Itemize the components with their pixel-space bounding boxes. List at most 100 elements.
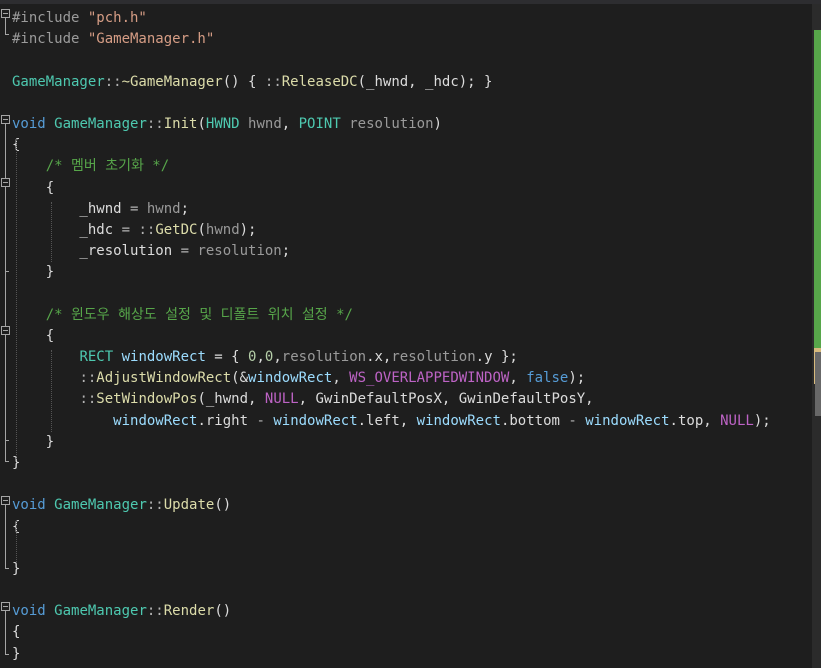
code-line[interactable]: #include "GameManager.h" bbox=[12, 29, 771, 50]
code-token: windowRect bbox=[264, 412, 358, 429]
fold-collapse-icon[interactable] bbox=[1, 326, 10, 335]
indent-guide bbox=[51, 350, 52, 432]
code-token: NULL bbox=[720, 412, 754, 429]
scrollbar-thumb[interactable] bbox=[815, 352, 821, 416]
code-line[interactable]: { bbox=[12, 326, 771, 347]
fold-end bbox=[5, 461, 9, 462]
code-token: () { bbox=[222, 73, 265, 90]
fold-collapse-icon[interactable] bbox=[1, 602, 10, 611]
fold-line bbox=[5, 505, 6, 568]
code-token: :: bbox=[146, 115, 164, 132]
fold-end bbox=[5, 271, 9, 272]
code-token: Update bbox=[163, 497, 215, 514]
code-token: ; bbox=[281, 243, 291, 260]
code-token: :: bbox=[79, 391, 97, 408]
code-token: windowRect bbox=[113, 412, 198, 429]
code-token: GetDC bbox=[155, 221, 198, 238]
code-token: = bbox=[121, 221, 131, 238]
code-line[interactable]: ​ bbox=[12, 580, 771, 601]
code-token: :: bbox=[264, 73, 282, 90]
code-token: , GwinDefaultPosX, GwinDefaultPosY, bbox=[298, 391, 594, 408]
code-token: /* 윈도우 해상도 설정 및 디폴트 위치 설정 */ bbox=[45, 306, 353, 323]
code-token: HWND bbox=[205, 115, 240, 132]
code-token: ReleaseDC bbox=[281, 73, 358, 90]
code-token: (_hwnd, bbox=[197, 391, 265, 408]
code-line[interactable]: /* 멤버 초기화 */ bbox=[12, 156, 771, 177]
code-token: , bbox=[332, 370, 350, 387]
code-token: resolution bbox=[340, 115, 434, 132]
code-token: } bbox=[12, 433, 55, 450]
code-line[interactable]: _hwnd = hwnd; bbox=[12, 199, 771, 220]
code-line[interactable]: windowRect.right - windowRect.left, wind… bbox=[12, 411, 771, 432]
code-line[interactable]: ::AdjustWindowRect(&windowRect, WS_OVERL… bbox=[12, 368, 771, 389]
code-line[interactable]: } bbox=[12, 432, 771, 453]
code-line[interactable]: /* 윈도우 해상도 설정 및 디폴트 위치 설정 */ bbox=[12, 305, 771, 326]
code-line[interactable]: void GameManager::Render() bbox=[12, 601, 771, 622]
code-line[interactable]: ​ bbox=[12, 50, 771, 71]
indent-guide bbox=[51, 202, 52, 262]
code-token: ( bbox=[197, 115, 206, 132]
code-line[interactable]: RECT windowRect = { 0,0,resolution.x,res… bbox=[12, 347, 771, 368]
code-line[interactable]: ::SetWindowPos(_hwnd, NULL, GwinDefaultP… bbox=[12, 389, 771, 410]
fold-collapse-icon[interactable] bbox=[1, 9, 10, 18]
indent-guide bbox=[16, 520, 17, 562]
code-token: windowRect bbox=[576, 412, 670, 429]
code-token: { bbox=[12, 179, 55, 196]
code-token: { bbox=[12, 327, 55, 344]
fold-line bbox=[5, 124, 6, 461]
code-token: (_hwnd, _hdc); } bbox=[357, 73, 493, 90]
code-token: GameManager bbox=[12, 73, 105, 90]
code-line[interactable]: { bbox=[12, 135, 771, 156]
code-token: = bbox=[180, 243, 190, 260]
code-line[interactable]: { bbox=[12, 622, 771, 643]
code-token: hwnd bbox=[138, 200, 181, 217]
fold-collapse-icon[interactable] bbox=[1, 496, 10, 505]
code-line[interactable]: } bbox=[12, 453, 771, 474]
code-token: .y }; bbox=[475, 349, 518, 365]
code-line[interactable]: GameManager::~GameManager() { ::ReleaseD… bbox=[12, 72, 771, 93]
code-token: hwnd bbox=[205, 221, 240, 238]
code-token: Init bbox=[163, 115, 198, 132]
fold-end bbox=[5, 440, 9, 441]
code-line[interactable]: void GameManager::Init(HWND hwnd, POINT … bbox=[12, 114, 771, 135]
code-line[interactable]: { bbox=[12, 517, 771, 538]
code-line[interactable]: { bbox=[12, 178, 771, 199]
code-line[interactable]: _resolution = resolution; bbox=[12, 241, 771, 262]
code-line[interactable]: ​ bbox=[12, 283, 771, 304]
code-line[interactable]: _hdc = ::GetDC(hwnd); bbox=[12, 220, 771, 241]
code-token: - bbox=[568, 412, 577, 429]
code-token: windowRect bbox=[113, 349, 206, 365]
code-token: :: bbox=[146, 603, 164, 620]
code-line[interactable]: ​ bbox=[12, 93, 771, 114]
code-line[interactable]: } bbox=[12, 559, 771, 580]
code-line[interactable]: ​ bbox=[12, 538, 771, 559]
code-line[interactable]: } bbox=[12, 644, 771, 665]
code-token: .left, bbox=[357, 412, 417, 429]
code-token: .bottom bbox=[500, 412, 569, 429]
code-editor[interactable]: #include "pch.h" #include "GameManager.h"… bbox=[0, 4, 812, 668]
change-marker bbox=[814, 30, 821, 348]
code-token: , bbox=[256, 349, 265, 365]
code-token: resolution bbox=[189, 243, 282, 260]
code-line[interactable]: #include "pch.h" bbox=[12, 8, 771, 29]
code-token: SetWindowPos bbox=[96, 391, 198, 408]
fold-collapse-icon[interactable] bbox=[1, 115, 10, 124]
code-text[interactable]: #include "pch.h" #include "GameManager.h"… bbox=[12, 8, 771, 665]
code-token: () bbox=[214, 497, 232, 514]
code-line[interactable]: void GameManager::Update() bbox=[12, 495, 771, 516]
code-line[interactable]: } bbox=[12, 262, 771, 283]
fold-end bbox=[5, 568, 9, 569]
fold-end bbox=[5, 34, 9, 35]
code-token: void bbox=[12, 497, 55, 514]
code-token: windowRect bbox=[416, 412, 501, 429]
code-token: } bbox=[12, 264, 55, 281]
code-token: windowRect bbox=[248, 370, 333, 387]
code-line[interactable]: ​ bbox=[12, 474, 771, 495]
fold-collapse-icon[interactable] bbox=[1, 178, 10, 187]
code-token: _hdc bbox=[12, 221, 122, 238]
code-token: NULL bbox=[264, 391, 299, 408]
code-token: - bbox=[256, 412, 265, 429]
code-token: GameManager bbox=[54, 497, 147, 514]
code-token: { bbox=[12, 624, 21, 641]
